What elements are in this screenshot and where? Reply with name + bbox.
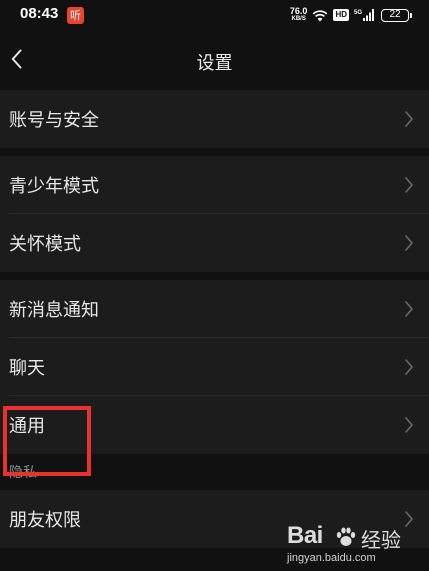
chevron-right-icon — [405, 177, 413, 193]
page-title: 设置 — [196, 53, 233, 74]
settings-item-chat[interactable]: 聊天 — [0, 338, 429, 396]
settings-item-friend-permissions[interactable]: 朋友权限 — [0, 490, 429, 548]
hd-badge: HD — [333, 9, 349, 21]
network-speed-value: 76.0 — [289, 6, 308, 16]
svg-text:5G: 5G — [354, 10, 362, 16]
wifi-icon — [313, 9, 328, 21]
settings-item-care-mode[interactable]: 关怀模式 — [0, 214, 429, 272]
chevron-right-icon — [405, 301, 413, 317]
settings-item-label: 聊天 — [9, 358, 45, 379]
section-header-privacy: 隐私 — [0, 454, 429, 490]
settings-item-label: 青少年模式 — [9, 176, 99, 197]
network-speed-unit: KB/S — [291, 16, 306, 22]
settings-item-label: 账号与安全 — [9, 110, 99, 131]
status-indicators: 76.0 KB/S HD 5G 22 — [290, 5, 412, 25]
chevron-right-icon — [405, 417, 413, 433]
watermark-url: jingyan.baidu.com — [287, 552, 376, 564]
chevron-right-icon — [405, 235, 413, 251]
settings-item-general[interactable]: 通用 — [0, 396, 429, 454]
chevron-right-icon — [405, 511, 413, 527]
settings-item-label: 通用 — [9, 416, 45, 437]
nav-bar: 设置 — [0, 30, 429, 90]
signal-5g-icon: 5G — [354, 9, 374, 21]
settings-item-label: 朋友权限 — [9, 510, 81, 531]
settings-item-label: 新消息通知 — [9, 300, 99, 321]
section-header-label: 隐私 — [9, 465, 37, 481]
notification-app-icon: 听 — [67, 7, 84, 24]
chevron-right-icon — [405, 359, 413, 375]
settings-item-teen-mode[interactable]: 青少年模式 — [0, 156, 429, 214]
status-time: 08:43 — [20, 5, 59, 22]
settings-list: 账号与安全 青少年模式 关怀模式 新消息通知 聊天 通用 隐私 朋友权限 — [0, 90, 429, 548]
battery-indicator: 22 — [381, 8, 412, 22]
chevron-right-icon — [405, 111, 413, 127]
settings-item-message-notifications[interactable]: 新消息通知 — [0, 280, 429, 338]
group-spacer — [0, 148, 429, 156]
settings-item-account-security[interactable]: 账号与安全 — [0, 90, 429, 148]
network-speed: 76.0 KB/S — [290, 7, 308, 23]
group-spacer — [0, 272, 429, 280]
settings-item-label: 关怀模式 — [9, 234, 81, 255]
status-bar: 08:43 听 76.0 KB/S HD 5G 22 — [0, 0, 429, 30]
